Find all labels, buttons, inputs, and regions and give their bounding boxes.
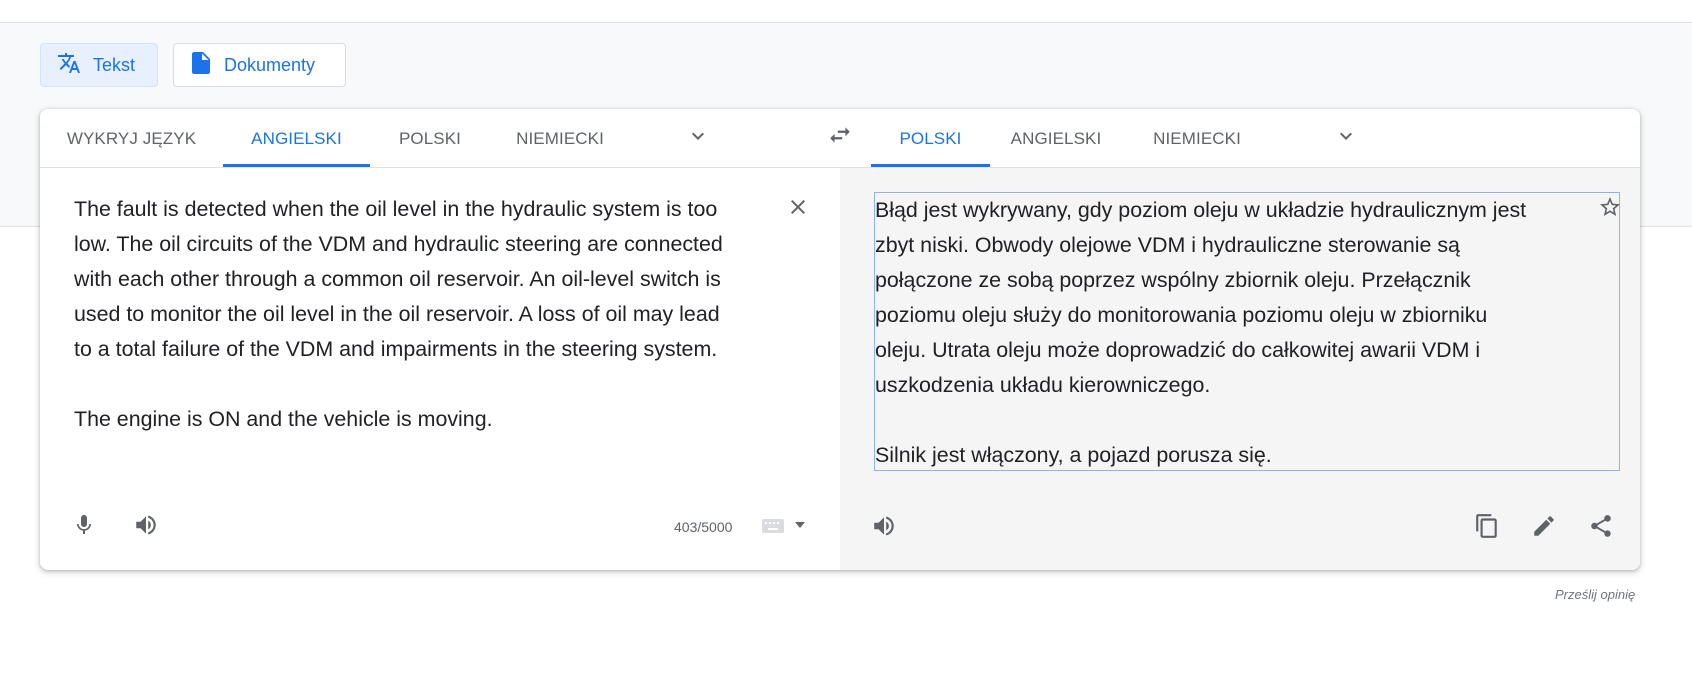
tab-source-german[interactable]: NIEMIECKI xyxy=(490,109,630,167)
target-more-languages-button[interactable] xyxy=(1328,120,1364,156)
translation-text: Błąd jest wykrywany, gdy poziom oleju w … xyxy=(875,198,1527,467)
swap-languages-button[interactable] xyxy=(822,119,858,155)
close-icon xyxy=(786,195,810,224)
tab-detect-language[interactable]: WYKRYJ JĘZYK xyxy=(40,109,223,167)
share-translation-button[interactable] xyxy=(1583,510,1619,546)
input-tools-dropdown[interactable] xyxy=(790,513,810,537)
copy-icon xyxy=(1474,513,1500,544)
speaker-icon xyxy=(871,513,897,544)
clear-source-button[interactable] xyxy=(782,193,814,225)
save-translation-button[interactable] xyxy=(1595,194,1625,224)
tab-target-english[interactable]: ANGIELSKI xyxy=(990,109,1122,167)
star-icon xyxy=(1598,195,1622,224)
send-feedback-link[interactable]: Prześlij opinię xyxy=(1555,587,1635,602)
share-icon xyxy=(1588,513,1614,544)
language-tab-bar: WYKRYJ JĘZYK ANGIELSKI POLSKI NIEMIECKI … xyxy=(40,109,1640,168)
edit-icon xyxy=(1531,513,1557,544)
keyboard-button[interactable] xyxy=(759,516,787,540)
listen-source-button[interactable] xyxy=(128,509,164,545)
translation-output[interactable]: Błąd jest wykrywany, gdy poziom oleju w … xyxy=(874,192,1620,471)
tab-target-polish[interactable]: POLSKI xyxy=(871,109,990,167)
chevron-down-icon xyxy=(1334,124,1358,153)
swap-icon xyxy=(827,122,853,153)
voice-input-button[interactable] xyxy=(66,509,102,545)
copy-translation-button[interactable] xyxy=(1469,510,1505,546)
documents-mode-label: Dokumenty xyxy=(224,54,316,75)
caret-down-icon xyxy=(794,516,806,534)
character-counter: 403/5000 xyxy=(674,519,733,535)
microphone-icon xyxy=(72,513,96,542)
source-text-input[interactable]: The fault is detected when the oil level… xyxy=(74,192,764,437)
document-icon xyxy=(190,51,224,80)
top-bar xyxy=(0,0,1692,23)
tab-source-polish[interactable]: POLSKI xyxy=(370,109,490,167)
tab-target-german[interactable]: NIEMIECKI xyxy=(1122,109,1272,167)
keyboard-icon xyxy=(761,516,785,541)
chevron-down-icon xyxy=(686,124,710,153)
documents-mode-button[interactable]: Dokumenty xyxy=(173,43,346,87)
source-more-languages-button[interactable] xyxy=(680,120,716,156)
translation-card: WYKRYJ JĘZYK ANGIELSKI POLSKI NIEMIECKI … xyxy=(40,109,1640,570)
speaker-icon xyxy=(133,512,159,543)
listen-translation-button[interactable] xyxy=(866,510,902,546)
edit-translation-button[interactable] xyxy=(1526,510,1562,546)
text-mode-label: Tekst xyxy=(93,54,136,75)
text-mode-button[interactable]: Tekst xyxy=(40,43,158,87)
tab-source-english[interactable]: ANGIELSKI xyxy=(223,109,370,167)
translate-icon xyxy=(57,51,93,80)
